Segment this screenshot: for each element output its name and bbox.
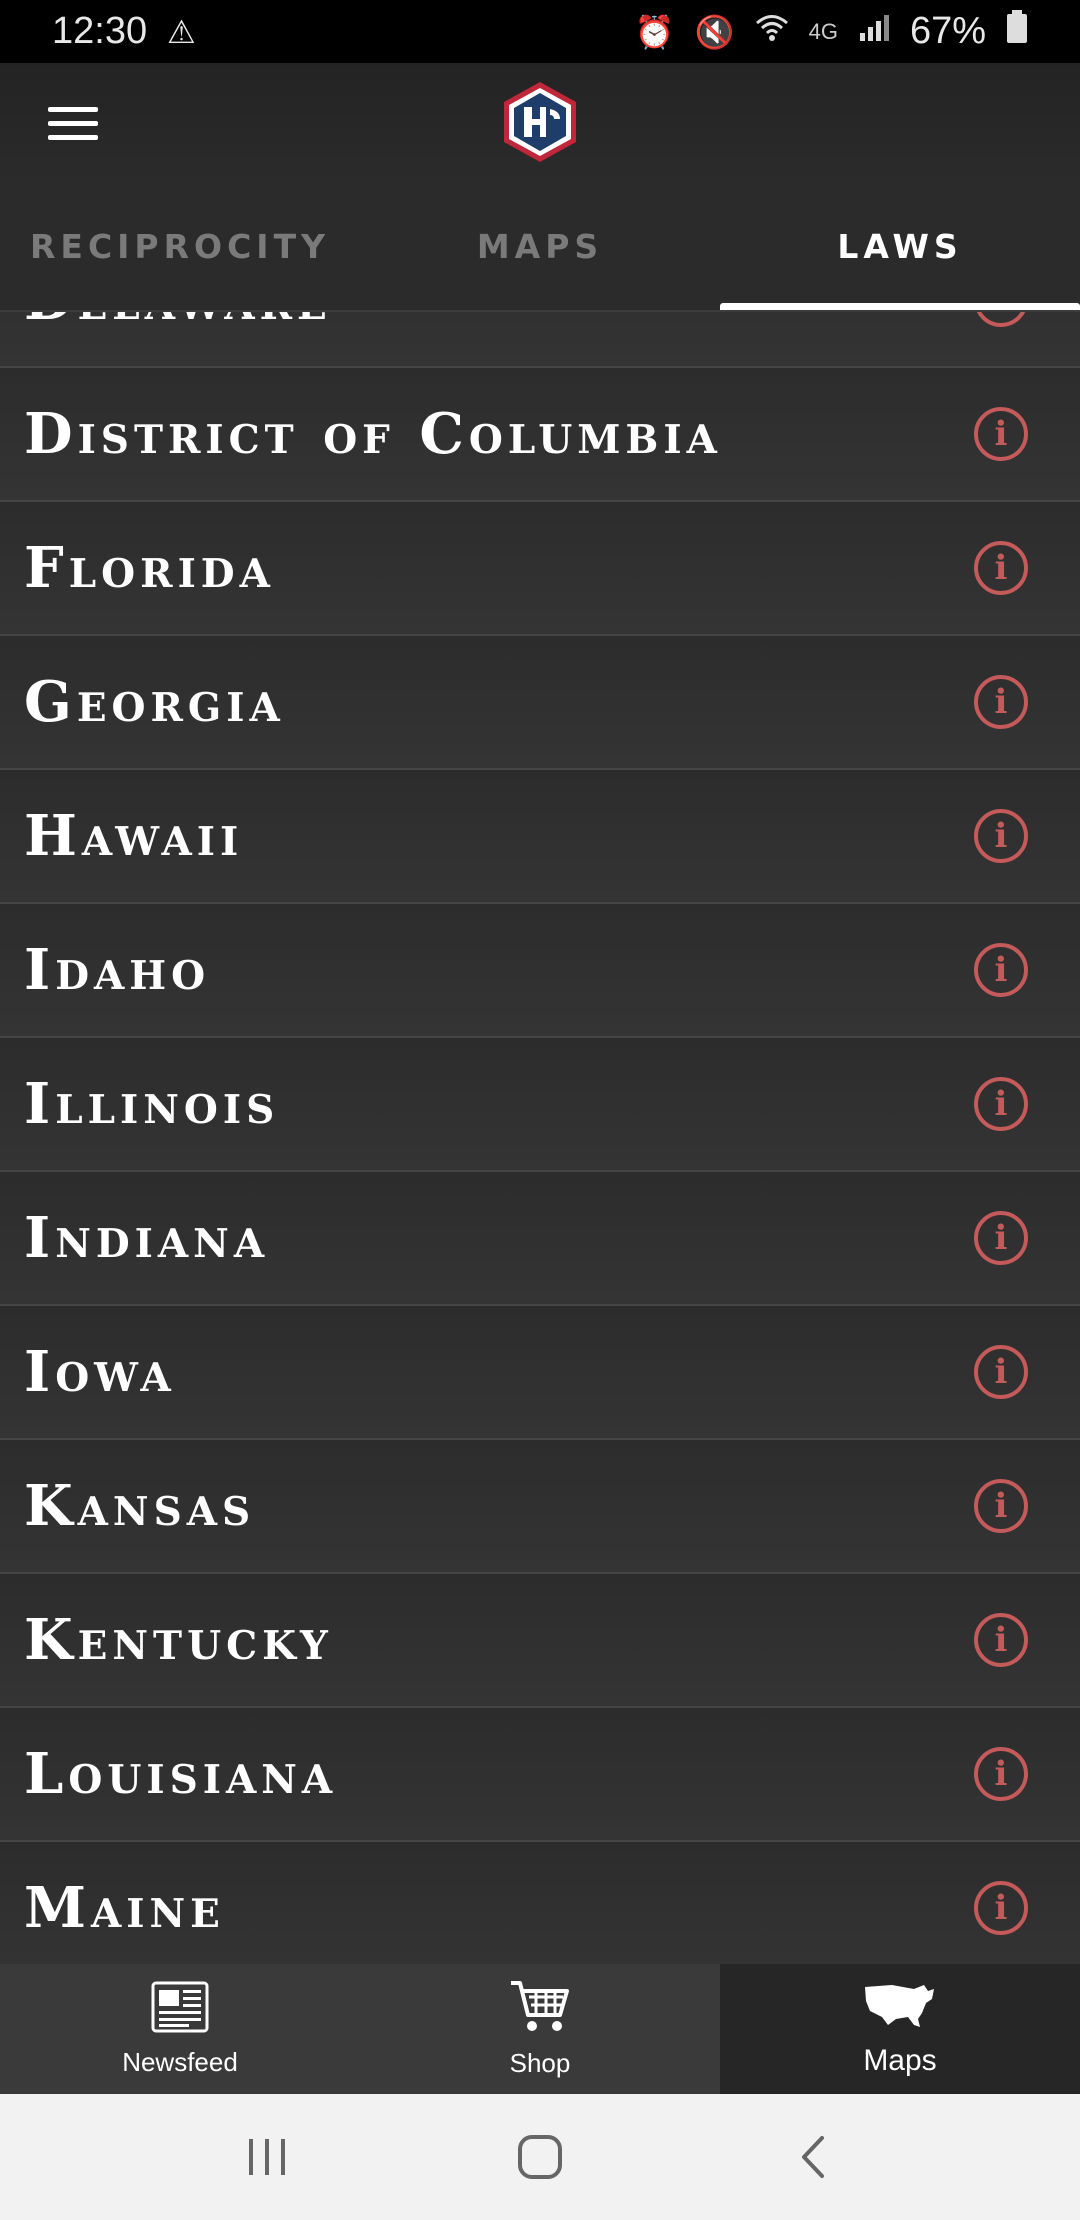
warning-icon: ⚠ <box>167 13 196 50</box>
alarm-icon: ⏰ <box>634 13 675 50</box>
app-logo-icon <box>500 79 580 165</box>
state-name: Kentucky <box>24 1607 333 1673</box>
state-name: Maine <box>24 1875 225 1941</box>
list-item[interactable]: Louisiana i <box>0 1708 1080 1842</box>
battery-icon <box>1006 9 1028 54</box>
state-name: Delaware <box>24 312 332 333</box>
info-icon[interactable]: i <box>974 675 1028 729</box>
list-item[interactable]: Kansas i <box>0 1440 1080 1574</box>
info-icon[interactable]: i <box>974 1211 1028 1265</box>
list-item[interactable]: Georgia i <box>0 636 1080 770</box>
info-icon[interactable]: i <box>974 809 1028 863</box>
state-name: Idaho <box>24 937 211 1003</box>
list-item[interactable]: Illinois i <box>0 1038 1080 1172</box>
state-list[interactable]: Delaware i District of Columbia i Florid… <box>0 312 1080 1964</box>
list-item[interactable]: Kentucky i <box>0 1574 1080 1708</box>
status-time: 12:30 <box>52 10 148 52</box>
state-name: District of Columbia <box>24 401 722 467</box>
state-name: Kansas <box>24 1473 256 1539</box>
nav-shop[interactable]: Shop <box>360 1964 720 2094</box>
list-item[interactable]: Delaware i <box>0 312 1080 368</box>
home-icon[interactable] <box>500 2117 580 2197</box>
state-name: Georgia <box>24 669 285 735</box>
network-type: 4G <box>808 18 838 44</box>
app-header <box>0 63 1080 181</box>
info-icon[interactable]: i <box>974 943 1028 997</box>
tab-maps[interactable]: MAPS <box>360 181 720 311</box>
info-icon[interactable]: i <box>974 1613 1028 1667</box>
nav-maps[interactable]: Maps <box>720 1964 1080 2094</box>
info-icon[interactable]: i <box>974 1747 1028 1801</box>
state-name: Hawaii <box>24 803 244 869</box>
list-item[interactable]: Idaho i <box>0 904 1080 1038</box>
list-item[interactable]: Indiana i <box>0 1172 1080 1306</box>
tab-laws[interactable]: LAWS <box>720 181 1080 311</box>
tab-bar: RECIPROCITY MAPS LAWS <box>0 181 1080 311</box>
list-item[interactable]: Iowa i <box>0 1306 1080 1440</box>
info-icon[interactable]: i <box>974 407 1028 461</box>
nav-newsfeed[interactable]: Newsfeed <box>0 1964 360 2094</box>
signal-icon <box>858 10 890 53</box>
usa-map-icon <box>862 1981 938 2036</box>
list-item[interactable]: Florida i <box>0 502 1080 636</box>
state-name: Illinois <box>24 1071 280 1137</box>
mute-icon: 🔇 <box>694 13 735 50</box>
back-icon[interactable] <box>773 2117 853 2197</box>
info-icon[interactable]: i <box>974 312 1028 327</box>
nav-label: Shop <box>509 2048 571 2078</box>
info-icon[interactable]: i <box>974 1881 1028 1935</box>
info-icon[interactable]: i <box>974 1479 1028 1533</box>
hamburger-menu-icon[interactable] <box>36 93 108 153</box>
list-item[interactable]: Hawaii i <box>0 770 1080 904</box>
cart-icon <box>509 1979 571 2040</box>
system-navigation-bar <box>0 2094 1080 2220</box>
nav-label: Newsfeed <box>122 2047 238 2077</box>
state-name: Louisiana <box>24 1741 338 1807</box>
recent-apps-icon[interactable] <box>227 2117 307 2197</box>
state-name: Indiana <box>24 1205 270 1271</box>
wifi-icon <box>755 13 789 51</box>
bottom-navigation: Newsfeed Shop Maps <box>0 1964 1080 2094</box>
info-icon[interactable]: i <box>974 541 1028 595</box>
state-name: Iowa <box>24 1339 176 1405</box>
info-icon[interactable]: i <box>974 1077 1028 1131</box>
tab-reciprocity[interactable]: RECIPROCITY <box>0 181 360 311</box>
battery-level: 67% <box>909 10 986 52</box>
status-bar: 12:30 ⚠ ⏰ 🔇 4G 67% <box>0 0 1080 63</box>
list-item[interactable]: Maine i <box>0 1842 1080 1964</box>
info-icon[interactable]: i <box>974 1345 1028 1399</box>
newspaper-icon <box>150 1980 210 2039</box>
state-name: Florida <box>24 535 275 601</box>
nav-label: Maps <box>863 2043 937 2077</box>
list-item[interactable]: District of Columbia i <box>0 368 1080 502</box>
